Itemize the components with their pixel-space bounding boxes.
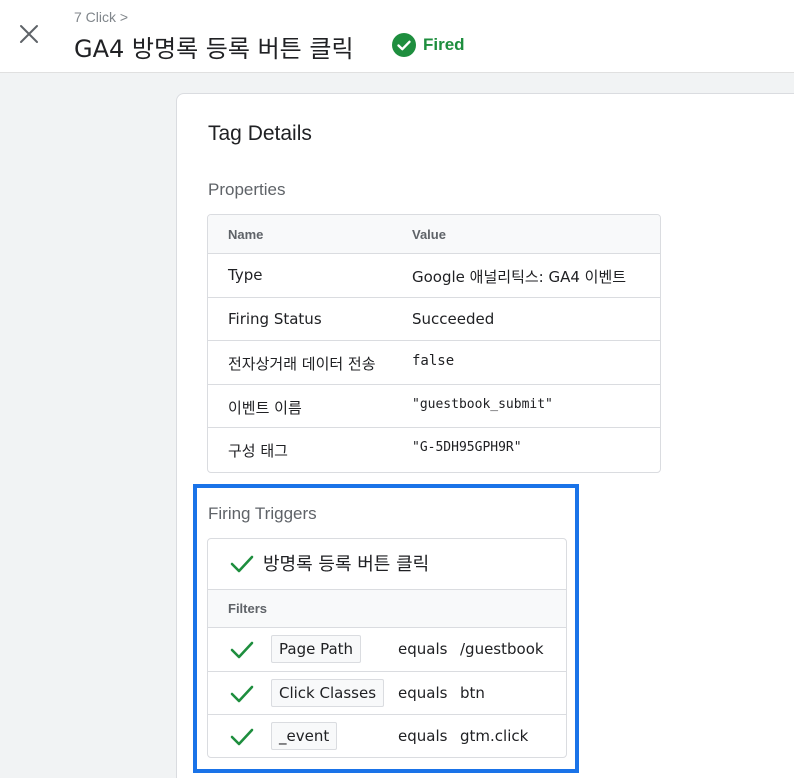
property-value: false [412,353,455,369]
breadcrumb[interactable]: 7 Click > [74,9,128,25]
property-name: 구성 태그 [228,442,288,460]
properties-table: Name Value Type Google 애널리틱스: GA4 이벤트 Fi… [207,214,661,473]
property-name: 이벤트 이름 [228,398,302,417]
page-header: 7 Click > GA4 방명록 등록 버튼 클릭 Fired [0,0,794,73]
property-value: "guestbook_submit" [412,396,553,412]
column-header-value: Value [412,227,446,242]
property-value: "G-5DH95GPH9R" [412,440,522,455]
column-header-name: Name [228,227,264,242]
property-name: Type [228,266,263,284]
page-title: GA4 방명록 등록 버튼 클릭 [74,35,354,63]
table-row: 이벤트 이름 "guestbook_submit" [208,385,660,428]
property-value: Succeeded [412,309,495,328]
property-name: 전자상거래 데이터 전송 [228,355,376,373]
property-value: Google 애널리틱스: GA4 이벤트 [412,268,627,286]
check-circle-icon [392,33,416,57]
table-row: 구성 태그 "G-5DH95GPH9R" [208,428,660,472]
firing-triggers-highlight [193,484,579,773]
table-row: 전자상거래 데이터 전송 false [208,341,660,385]
status-badge: Fired [392,33,465,57]
card-title: Tag Details [208,122,312,145]
property-name: Firing Status [228,309,322,328]
table-row: Type Google 애널리틱스: GA4 이벤트 [208,254,660,298]
table-row: Firing Status Succeeded [208,298,660,341]
close-icon[interactable] [12,17,46,51]
properties-table-header: Name Value [208,215,660,254]
close-button[interactable] [12,17,46,51]
properties-section-title: Properties [208,180,286,199]
status-label: Fired [423,35,465,54]
